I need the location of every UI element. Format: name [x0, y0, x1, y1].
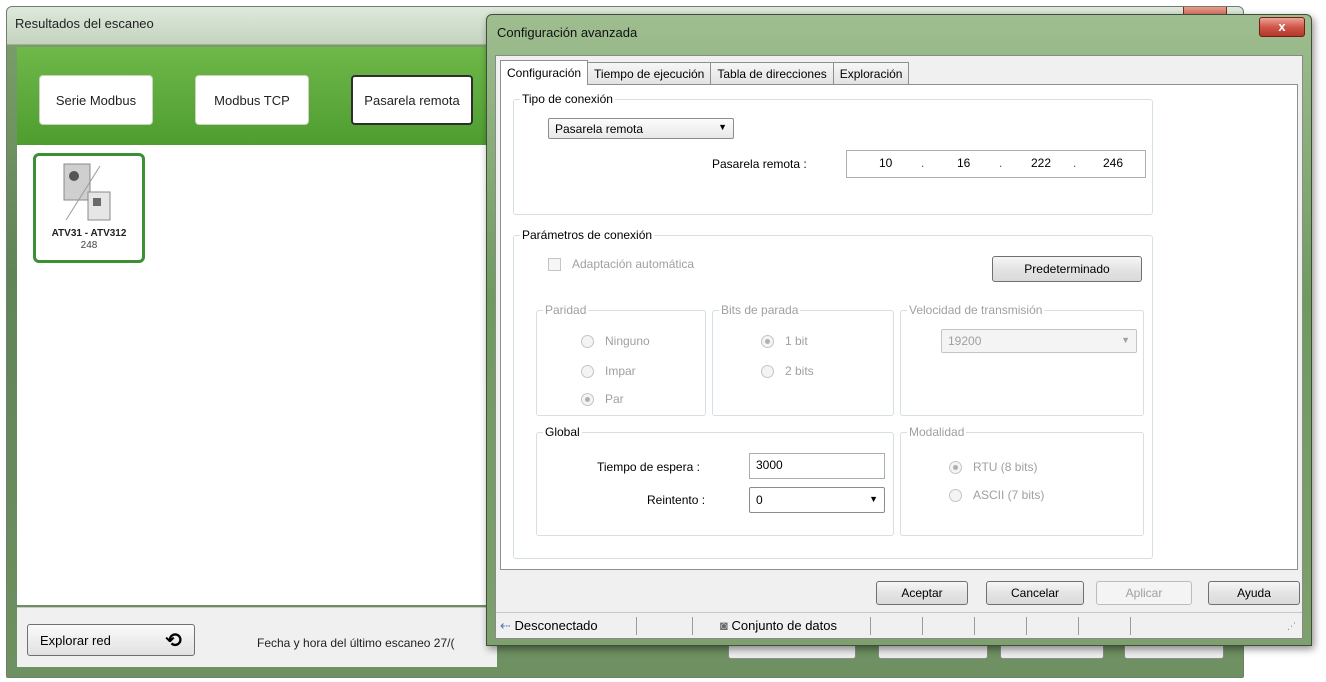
ip-dot: . [1073, 156, 1077, 170]
status-separator [1078, 617, 1079, 635]
ip-octet-1: 10 [879, 156, 893, 170]
status-separator [1026, 617, 1027, 635]
tab-address-table[interactable]: Tabla de direcciones [710, 62, 834, 84]
status-separator [922, 617, 923, 635]
retry-value: 0 [756, 493, 763, 507]
serial-modbus-button[interactable]: Serie Modbus [39, 75, 153, 125]
stop-bits-group: Bits de parada 1 bit 2 bits [712, 303, 894, 416]
mode-selector-band: Serie Modbus Modbus TCP Pasarela remota [17, 47, 497, 145]
chevron-down-icon: ▼ [1121, 335, 1130, 345]
connection-type-legend: Tipo de conexión [520, 92, 615, 106]
global-legend: Global [543, 425, 582, 439]
tab-runtime[interactable]: Tiempo de ejecución [587, 62, 712, 84]
status-connection: ⇠ Desconectado [500, 618, 598, 634]
tab-strip: Configuración Tiempo de ejecución Tabla … [500, 60, 910, 85]
retry-label: Reintento : [647, 493, 706, 507]
configuration-panel: Tipo de conexión Pasarela remota ▼ Pasar… [500, 84, 1298, 570]
device-address: 248 [80, 240, 98, 251]
status-connection-text: Desconectado [514, 618, 598, 633]
baud-rate-select[interactable]: 19200 ▼ [941, 329, 1137, 353]
tab-configuration[interactable]: Configuración [500, 60, 589, 85]
mode-ascii-radio[interactable] [949, 489, 962, 502]
baud-rate-legend: Velocidad de transmisión [907, 303, 1045, 317]
disconnected-icon: ⇠ [500, 618, 511, 633]
ip-octet-4: 246 [1103, 156, 1124, 170]
parity-none-label: Ninguno [605, 334, 650, 348]
apply-button[interactable]: Aplicar [1096, 581, 1192, 605]
parity-none-radio[interactable] [581, 335, 594, 348]
database-icon: ◙ [720, 618, 728, 633]
stop-bits-1-radio[interactable] [761, 335, 774, 348]
ip-octet-3: 222 [1031, 156, 1052, 170]
accept-button[interactable]: Aceptar [876, 581, 968, 605]
cancel-button[interactable]: Cancelar [986, 581, 1084, 605]
stop-bits-1-label: 1 bit [785, 334, 808, 348]
chevron-down-icon: ▼ [869, 494, 878, 504]
gateway-ip-field[interactable]: 10 . 16 . 222 . 246 [846, 150, 1146, 178]
ip-octet-2: 16 [957, 156, 971, 170]
scan-results-title: Resultados del escaneo [15, 16, 154, 31]
status-separator [692, 617, 693, 635]
mode-rtu-radio[interactable] [949, 461, 962, 474]
timeout-label: Tiempo de espera : [597, 460, 700, 474]
status-separator [974, 617, 975, 635]
connection-type-select[interactable]: Pasarela remota ▼ [548, 118, 734, 139]
stop-bits-2-radio[interactable] [761, 365, 774, 378]
stop-bits-2-label: 2 bits [785, 364, 814, 378]
parity-even-radio[interactable] [581, 393, 594, 406]
resize-grip-icon[interactable]: ⋰ [1287, 621, 1296, 632]
auto-adapt-label: Adaptación automática [572, 257, 695, 271]
retry-select[interactable]: 0 ▼ [749, 487, 885, 513]
parity-odd-label: Impar [605, 364, 636, 378]
ip-dot: . [999, 156, 1003, 170]
drive-device-icon [60, 162, 118, 222]
last-scan-text: Fecha y hora del último escaneo 27/( [257, 636, 455, 650]
parity-odd-radio[interactable] [581, 365, 594, 378]
status-dataset-text: Conjunto de datos [731, 618, 838, 633]
global-group: Global Tiempo de espera : 3000 Reintento… [536, 425, 894, 536]
stop-bits-legend: Bits de parada [719, 303, 801, 317]
dialog-body: Configuración Tiempo de ejecución Tabla … [495, 55, 1303, 639]
remote-gateway-button[interactable]: Pasarela remota [351, 75, 473, 125]
status-separator [870, 617, 871, 635]
connection-params-group: Parámetros de conexión Adaptación automá… [513, 228, 1153, 559]
device-name: ATV31 - ATV312 [51, 228, 127, 239]
explore-network-button[interactable]: Explorar red ⟲ [27, 624, 195, 656]
status-bar: ⇠ Desconectado ◙ Conjunto de datos ⋰ [496, 612, 1302, 638]
connection-type-value: Pasarela remota [555, 122, 644, 136]
help-button[interactable]: Ayuda [1208, 581, 1300, 605]
scan-results-footer: Explorar red ⟲ Fecha y hora del último e… [17, 607, 497, 667]
tab-exploration[interactable]: Exploración [832, 62, 910, 84]
status-dataset: ◙ Conjunto de datos [720, 618, 837, 633]
baud-rate-group: Velocidad de transmisión 19200 ▼ [900, 303, 1144, 416]
mode-group: Modalidad RTU (8 bits) ASCII (7 bits) [900, 425, 1144, 536]
advanced-config-dialog: Configuración avanzada x Configuración T… [486, 14, 1312, 646]
mode-ascii-label: ASCII (7 bits) [973, 488, 1045, 502]
status-separator [1130, 617, 1131, 635]
gateway-ip-label: Pasarela remota : [712, 157, 807, 171]
timeout-input[interactable]: 3000 [749, 453, 885, 479]
status-separator [636, 617, 637, 635]
device-list: ATV31 - ATV312 248 [17, 145, 497, 605]
refresh-icon: ⟲ [165, 629, 182, 652]
chevron-down-icon: ▼ [718, 122, 727, 132]
parity-legend: Paridad [543, 303, 589, 317]
mode-rtu-label: RTU (8 bits) [973, 460, 1038, 474]
auto-adapt-checkbox[interactable] [548, 258, 561, 271]
default-button[interactable]: Predeterminado [992, 256, 1142, 282]
close-icon[interactable]: x [1259, 17, 1305, 37]
connection-type-group: Tipo de conexión Pasarela remota ▼ Pasar… [513, 92, 1153, 215]
modbus-tcp-button[interactable]: Modbus TCP [195, 75, 309, 125]
parity-group: Paridad Ninguno Impar Par [536, 303, 706, 416]
dialog-title: Configuración avanzada [497, 25, 638, 40]
ip-dot: . [921, 156, 925, 170]
baud-rate-value: 19200 [948, 334, 982, 348]
connection-params-legend: Parámetros de conexión [520, 228, 655, 242]
device-card[interactable]: ATV31 - ATV312 248 [33, 153, 145, 263]
explore-network-label: Explorar red [40, 632, 111, 648]
mode-legend: Modalidad [907, 425, 967, 439]
parity-even-label: Par [605, 392, 624, 406]
